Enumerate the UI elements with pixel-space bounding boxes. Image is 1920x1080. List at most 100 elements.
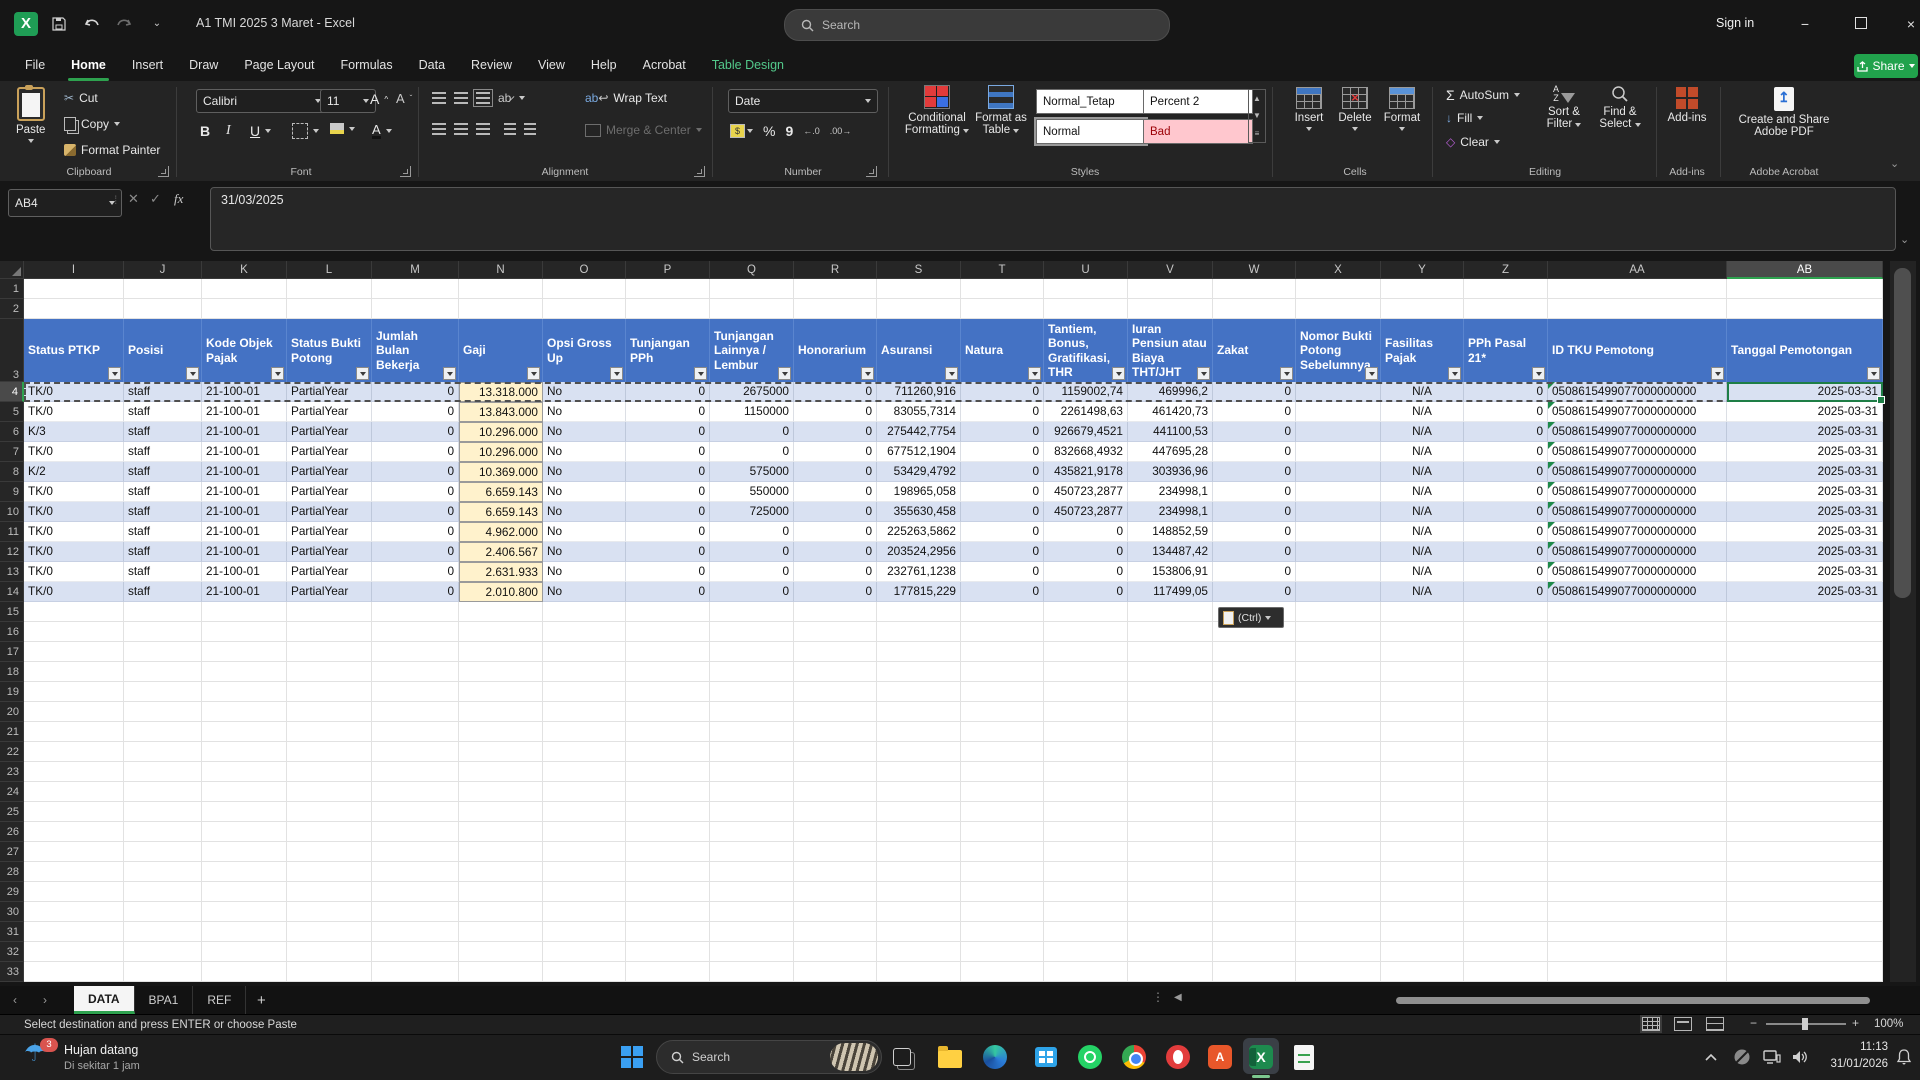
data-cell-r10cAA[interactable]: 0508615499077000000000 <box>1548 502 1727 522</box>
data-cell-r4cY[interactable]: N/A <box>1381 382 1464 402</box>
header-cell-13[interactable]: Tantiem, Bonus, Gratifikasi, THR <box>1044 319 1128 382</box>
data-cell-r9cZ[interactable]: 0 <box>1464 482 1548 502</box>
data-cell-r7cU[interactable]: 832668,4932 <box>1044 442 1128 462</box>
align-bottom-icon[interactable] <box>476 92 490 104</box>
row-number-3[interactable]: 3 <box>0 319 24 382</box>
header-cell-16[interactable]: Nomor Bukti Potong Sebelumnya <box>1296 319 1381 382</box>
page-layout-view-button[interactable] <box>1674 1017 1692 1031</box>
ribbon-tab-home[interactable]: Home <box>58 49 119 81</box>
data-cell-r10cJ[interactable]: staff <box>124 502 202 522</box>
cell-style-bad[interactable]: Bad <box>1143 119 1253 144</box>
data-cell-r9cX[interactable] <box>1296 482 1381 502</box>
header-cell-10[interactable]: Honorarium <box>794 319 877 382</box>
row-number-15[interactable]: 15 <box>0 602 24 622</box>
decrease-decimal-icon[interactable]: .00→ <box>830 126 852 136</box>
sheet-tab-bpa1[interactable]: BPA1 <box>135 986 194 1014</box>
filter-button[interactable] <box>1112 367 1125 380</box>
data-cell-r14cO[interactable]: No <box>543 582 626 602</box>
cancel-formula-icon[interactable]: ✕ <box>128 191 139 207</box>
data-cell-r11cZ[interactable]: 0 <box>1464 522 1548 542</box>
data-cell-r9cL[interactable]: PartialYear <box>287 482 372 502</box>
filter-button[interactable] <box>1028 367 1041 380</box>
data-cell-r4cX[interactable] <box>1296 382 1381 402</box>
whatsapp-icon[interactable] <box>1076 1043 1104 1071</box>
data-cell-r9cO[interactable]: No <box>543 482 626 502</box>
data-cell-r4cT[interactable]: 0 <box>961 382 1044 402</box>
data-cell-r9cS[interactable]: 198965,058 <box>877 482 961 502</box>
data-cell-r12cO[interactable]: No <box>543 542 626 562</box>
data-cell-r6cI[interactable]: K/3 <box>24 422 124 442</box>
fill-color-button[interactable] <box>330 123 355 134</box>
data-cell-r10cY[interactable]: N/A <box>1381 502 1464 522</box>
sheet-nav-left-icon[interactable]: ‹ <box>0 986 30 1014</box>
data-cell-r11cW[interactable]: 0 <box>1213 522 1296 542</box>
underline-button[interactable]: U <box>250 123 271 139</box>
data-cell-r4cR[interactable]: 0 <box>794 382 877 402</box>
data-cell-r4cL[interactable]: PartialYear <box>287 382 372 402</box>
data-cell-r8cI[interactable]: K/2 <box>24 462 124 482</box>
sign-in-button[interactable]: Sign in <box>1716 16 1754 30</box>
zoom-in-button[interactable]: + <box>1852 1016 1859 1030</box>
data-cell-r4cM[interactable]: 0 <box>372 382 459 402</box>
data-cell-r8cU[interactable]: 435821,9178 <box>1044 462 1128 482</box>
orange-app-icon[interactable]: A <box>1206 1043 1234 1071</box>
column-letter-T[interactable]: T <box>961 261 1044 279</box>
column-letter-V[interactable]: V <box>1128 261 1213 279</box>
data-cell-r10cR[interactable]: 0 <box>794 502 877 522</box>
column-letter-AA[interactable]: AA <box>1548 261 1727 279</box>
data-cell-r5cZ[interactable]: 0 <box>1464 402 1548 422</box>
zoom-out-button[interactable]: − <box>1750 1016 1757 1030</box>
font-family-combo[interactable]: Calibri <box>196 89 328 113</box>
row-number-26[interactable]: 26 <box>0 822 24 842</box>
data-cell-r13cY[interactable]: N/A <box>1381 562 1464 582</box>
data-cell-r5cN[interactable]: 13.843.000 <box>459 402 543 422</box>
data-cell-r12cQ[interactable]: 0 <box>710 542 794 562</box>
data-cell-r4cI[interactable]: TK/0 <box>24 382 124 402</box>
data-cell-r5cAB[interactable]: 2025-03-31 <box>1727 402 1883 422</box>
data-cell-r6cY[interactable]: N/A <box>1381 422 1464 442</box>
data-cell-r6cS[interactable]: 275442,7754 <box>877 422 961 442</box>
ribbon-tab-review[interactable]: Review <box>458 49 525 81</box>
ribbon-tab-help[interactable]: Help <box>578 49 630 81</box>
vertical-scrollbar-thumb[interactable] <box>1894 268 1911 598</box>
data-cell-r4cAB[interactable]: 2025-03-31 <box>1727 382 1883 402</box>
column-letter-P[interactable]: P <box>626 261 710 279</box>
vertical-align-buttons[interactable]: ab̷ <box>432 91 525 105</box>
hscroll-left-icon[interactable]: ◀ <box>1174 992 1182 1003</box>
filter-button[interactable] <box>108 367 121 380</box>
column-letter-I[interactable]: I <box>24 261 124 279</box>
ribbon-tab-page-layout[interactable]: Page Layout <box>231 49 327 81</box>
align-left-icon[interactable] <box>432 123 446 135</box>
header-cell-2[interactable]: Posisi <box>124 319 202 382</box>
filter-button[interactable] <box>186 367 199 380</box>
filter-button[interactable] <box>694 367 707 380</box>
data-cell-r12cR[interactable]: 0 <box>794 542 877 562</box>
filter-button[interactable] <box>1867 367 1880 380</box>
row-number-4[interactable]: 4 <box>0 382 24 402</box>
row-number-12[interactable]: 12 <box>0 542 24 562</box>
data-cell-r11cAA[interactable]: 0508615499077000000000 <box>1548 522 1727 542</box>
data-cell-r10cZ[interactable]: 0 <box>1464 502 1548 522</box>
data-cell-r7cN[interactable]: 10.296.000 <box>459 442 543 462</box>
data-cell-r14cX[interactable] <box>1296 582 1381 602</box>
data-cell-r11cY[interactable]: N/A <box>1381 522 1464 542</box>
find-select-button[interactable]: Find &Select <box>1594 85 1646 130</box>
data-cell-r5cV[interactable]: 461420,73 <box>1128 402 1213 422</box>
data-cell-r13cZ[interactable]: 0 <box>1464 562 1548 582</box>
data-cell-r11cN[interactable]: 4.962.000 <box>459 522 543 542</box>
data-cell-r13cM[interactable]: 0 <box>372 562 459 582</box>
data-cell-r11cI[interactable]: TK/0 <box>24 522 124 542</box>
row-number-32[interactable]: 32 <box>0 942 24 962</box>
row-number-30[interactable]: 30 <box>0 902 24 922</box>
data-cell-r10cN[interactable]: 6.659.143 <box>459 502 543 522</box>
conditional-formatting-button[interactable]: ConditionalFormatting <box>904 85 970 136</box>
horizontal-align-buttons[interactable] <box>432 123 536 135</box>
horizontal-scrollbar-thumb[interactable] <box>1396 997 1870 1004</box>
data-cell-r9cAA[interactable]: 0508615499077000000000 <box>1548 482 1727 502</box>
filter-button[interactable] <box>778 367 791 380</box>
data-cell-r7cQ[interactable]: 0 <box>710 442 794 462</box>
data-cell-r7cY[interactable]: N/A <box>1381 442 1464 462</box>
ribbon-tab-acrobat[interactable]: Acrobat <box>630 49 699 81</box>
clear-button[interactable]: ◇ Clear <box>1446 135 1500 149</box>
header-cell-12[interactable]: Natura <box>961 319 1044 382</box>
